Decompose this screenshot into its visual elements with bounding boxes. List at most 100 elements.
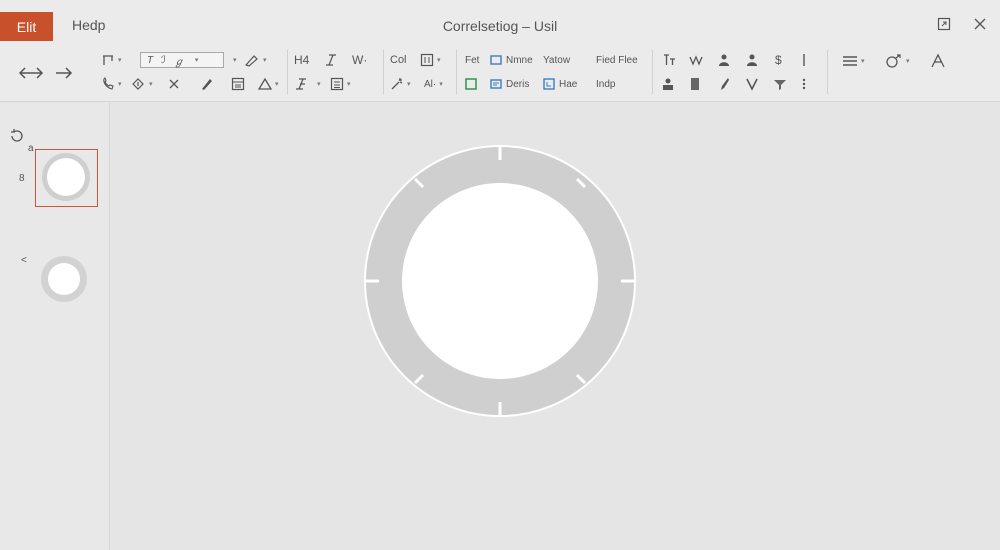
close-icon	[974, 18, 986, 30]
chevron-down-icon: ▾	[317, 81, 321, 88]
toolbar-separator	[456, 50, 457, 94]
format-button-2[interactable]	[689, 51, 705, 69]
ring-thumbnail-1	[42, 153, 90, 201]
chevron-down-icon: ▾	[861, 58, 865, 65]
al-label: Al·	[424, 78, 437, 90]
col-button[interactable]: Col	[390, 51, 407, 69]
fied-flee-button[interactable]: Fied Flee	[596, 51, 638, 69]
table-icon	[330, 77, 344, 91]
ring-thumbnail-2	[41, 256, 87, 302]
text-dropdown[interactable]: ▾	[230, 51, 237, 69]
paint-bucket-icon	[132, 78, 144, 90]
stamp-button[interactable]	[662, 75, 674, 93]
blue-box-icon	[543, 78, 555, 90]
chevron-down-icon: ▾	[347, 81, 351, 88]
slide-thumbnail-2[interactable]	[40, 255, 88, 308]
shape-button[interactable]: ▾	[885, 52, 910, 70]
pencil-button[interactable]	[200, 75, 214, 93]
chevron-down-icon: ▾	[118, 81, 122, 88]
block-button[interactable]	[690, 75, 700, 93]
redo-button[interactable]	[54, 64, 74, 82]
strike-icon	[326, 54, 336, 66]
wave-icon	[689, 55, 703, 66]
text-style-box[interactable]: T ℐ ℊ ▾	[140, 52, 224, 68]
close-button[interactable]	[970, 14, 990, 34]
phone-tool-button[interactable]: ▾	[101, 75, 122, 93]
cross-icon	[169, 79, 179, 89]
hae-button[interactable]: Hae	[543, 75, 577, 93]
more-vertical-icon	[802, 78, 806, 90]
align-button[interactable]: ▾	[294, 75, 321, 93]
name-label: Nmne	[506, 54, 533, 66]
person-icon	[747, 54, 757, 66]
more-button[interactable]	[802, 75, 806, 93]
hae-label: Hae	[559, 78, 578, 90]
brush-button[interactable]	[718, 75, 730, 93]
chevron-down-icon: ▾	[233, 57, 237, 64]
undo-button[interactable]	[18, 64, 44, 82]
triangle-icon	[258, 77, 272, 90]
panel-label-a: a	[28, 143, 34, 154]
green-box-icon	[465, 78, 477, 90]
chevron-down-icon: ▾	[263, 57, 267, 64]
chevron-down-icon: ▾	[437, 57, 441, 64]
person-button-2[interactable]	[746, 51, 758, 69]
w-button[interactable]: W·	[352, 51, 367, 69]
panel-label-8: 8	[19, 173, 25, 184]
chevron-down-icon: ▾	[275, 81, 279, 88]
ring-shape[interactable]	[111, 103, 1000, 550]
slide-canvas[interactable]	[111, 103, 1000, 550]
v-shape-icon	[746, 78, 758, 91]
al-button[interactable]: Al· ▾	[424, 75, 443, 93]
block-icon	[691, 78, 699, 90]
v-button[interactable]	[746, 75, 758, 93]
wand-button[interactable]: ▾	[390, 75, 411, 93]
text-glyph-1: T	[147, 54, 154, 66]
grid-button[interactable]: ▾	[420, 51, 441, 69]
vertical-bar-icon	[803, 54, 805, 66]
restore-button[interactable]	[934, 14, 954, 34]
fill-tool-button[interactable]: ▾	[130, 75, 153, 93]
slide-thumbnail-1-selected[interactable]	[35, 149, 98, 207]
font-a-icon	[931, 53, 945, 68]
deris-button[interactable]: Deris	[490, 75, 529, 93]
pen-tool-button[interactable]: ▾	[244, 51, 267, 69]
align-icon	[296, 78, 306, 90]
currency-button[interactable]: $	[775, 51, 782, 69]
pen-icon	[244, 55, 258, 67]
fet-button[interactable]: Fet	[465, 51, 479, 69]
italic-line-button[interactable]	[324, 51, 338, 69]
layout-icon	[231, 77, 245, 91]
menu-lines-button[interactable]: ▾	[842, 52, 865, 70]
name-button[interactable]: Nmne	[490, 51, 533, 69]
toolbar-separator	[827, 50, 828, 94]
title-bar: Elit Hedp Correlsetiog – Usil	[0, 0, 1000, 44]
person-icon	[719, 54, 729, 66]
person-button-1[interactable]	[718, 51, 730, 69]
grid-icon	[420, 53, 434, 67]
indp-button[interactable]: Indp	[596, 75, 615, 93]
filter-icon	[774, 80, 786, 90]
frame-icon	[103, 55, 113, 65]
chevron-down-icon: ▾	[194, 57, 199, 64]
chevron-down-icon: ▾	[407, 81, 411, 88]
blue-box-icon	[490, 55, 502, 65]
green-box-button[interactable]	[465, 75, 477, 93]
yatow-button[interactable]: Yatow	[543, 51, 570, 69]
cut-button[interactable]	[168, 75, 180, 93]
restore-icon	[937, 17, 951, 31]
table-button[interactable]: ▾	[330, 75, 351, 93]
h4-button[interactable]: H4	[294, 51, 309, 69]
divider-button[interactable]	[802, 51, 806, 69]
chevron-down-icon: ▾	[149, 81, 153, 88]
history-button[interactable]	[9, 128, 25, 149]
filter-button[interactable]	[773, 75, 787, 93]
panel-label-back: <	[21, 255, 27, 266]
format-button-1[interactable]	[662, 51, 676, 69]
triangle-button[interactable]: ▾	[258, 75, 279, 93]
toolbar-separator	[383, 50, 384, 94]
font-button[interactable]	[930, 52, 946, 70]
pencil-icon	[202, 79, 212, 90]
layout-button[interactable]	[231, 75, 245, 93]
frame-tool-button[interactable]: ▾	[101, 51, 122, 69]
